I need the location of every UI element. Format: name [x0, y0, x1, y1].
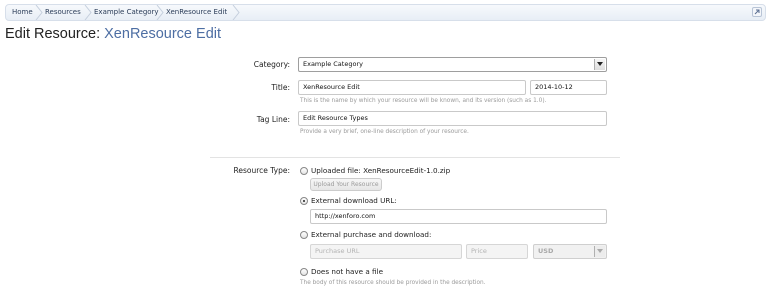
- breadcrumb-home[interactable]: Home: [6, 5, 33, 20]
- title-input[interactable]: XenResource Edit: [298, 80, 526, 95]
- version-input[interactable]: 2014-10-12: [530, 80, 607, 95]
- category-select[interactable]: Example Category: [298, 57, 607, 72]
- section-divider: [210, 157, 620, 158]
- no-file-radio[interactable]: [300, 268, 308, 276]
- upload-resource-button[interactable]: Upload Your Resource: [310, 178, 382, 191]
- chevron-down-icon: [594, 59, 605, 70]
- purchase-label[interactable]: External purchase and download:: [311, 230, 431, 240]
- breadcrumb-current[interactable]: XenResource Edit: [160, 5, 227, 20]
- purchase-url-input[interactable]: Purchase URL: [310, 244, 462, 259]
- no-file-hint: The body of this resource should be prov…: [300, 280, 486, 286]
- chevron-down-icon: [594, 246, 605, 257]
- uploaded-file-label[interactable]: Uploaded file: XenResourceEdit-1.0.zip: [311, 166, 450, 176]
- tagline-hint: Provide a very brief, one-line descripti…: [300, 129, 469, 135]
- external-url-input[interactable]: http://xenforo.com: [310, 209, 607, 224]
- currency-select[interactable]: USD: [533, 244, 607, 259]
- breadcrumb-separator-icon: [232, 5, 240, 20]
- page-title: Edit Resource: XenResource Edit: [5, 26, 221, 42]
- page-title-prefix: Edit Resource:: [5, 26, 101, 42]
- breadcrumb: Home Resources Example Category XenResou…: [5, 4, 766, 21]
- tagline-input[interactable]: Edit Resource Types: [298, 111, 607, 126]
- title-label: Title:: [271, 83, 290, 92]
- tagline-label: Tag Line:: [256, 115, 290, 124]
- jump-menu-icon[interactable]: [752, 7, 762, 17]
- category-value: Example Category: [303, 60, 363, 68]
- title-hint: This is the name by which your resource …: [300, 98, 547, 104]
- category-label: Category:: [253, 60, 290, 69]
- external-url-radio[interactable]: [300, 197, 308, 205]
- currency-value: USD: [538, 247, 554, 255]
- price-input[interactable]: Price: [466, 244, 528, 259]
- purchase-radio[interactable]: [300, 231, 308, 239]
- external-url-label[interactable]: External download URL:: [311, 196, 397, 206]
- uploaded-file-radio[interactable]: [300, 167, 308, 175]
- no-file-label[interactable]: Does not have a file: [311, 267, 383, 277]
- resource-type-label: Resource Type:: [233, 166, 290, 175]
- breadcrumb-category[interactable]: Example Category: [88, 5, 159, 20]
- breadcrumb-resources[interactable]: Resources: [39, 5, 81, 20]
- page-title-name: XenResource Edit: [104, 26, 222, 42]
